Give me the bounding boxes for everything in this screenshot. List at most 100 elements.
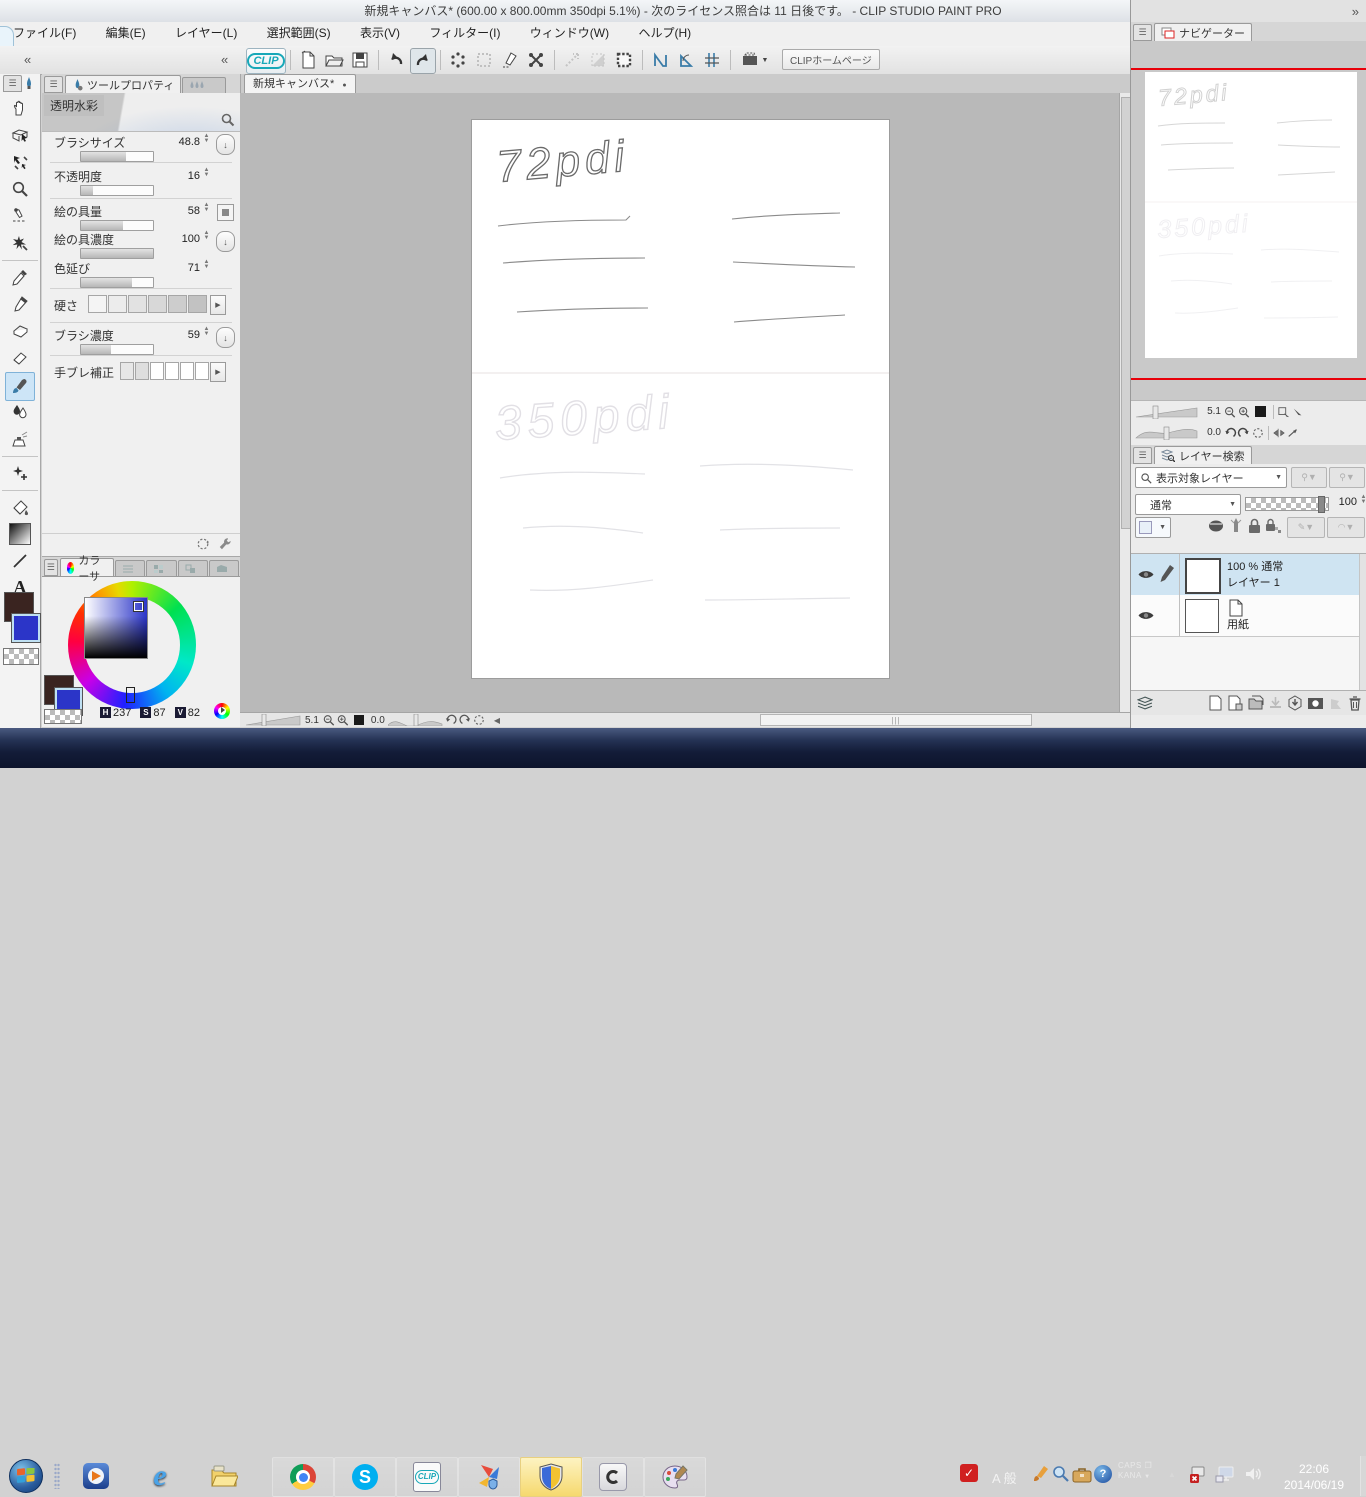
palette-color-dropdown[interactable]: ▼ (1135, 517, 1171, 538)
lock-layer-icon[interactable] (1247, 517, 1262, 534)
airbrush-tool[interactable] (7, 426, 33, 451)
start-button[interactable] (6, 1457, 46, 1495)
taskbar-paint-wing-app[interactable] (458, 1457, 520, 1497)
slider-track[interactable] (80, 185, 154, 196)
slider-value[interactable]: 71 (160, 262, 200, 274)
slider-value[interactable]: 48.8 (160, 136, 200, 148)
pen-pressure-button[interactable]: ↓ (216, 327, 235, 348)
erase-selection-button[interactable] (498, 48, 522, 72)
transparent-color-swatch[interactable] (44, 709, 82, 724)
slider-track[interactable] (80, 344, 154, 355)
new-document-button[interactable] (296, 48, 320, 72)
rotation-slider[interactable] (387, 714, 444, 726)
visibility-eye-icon[interactable] (1137, 609, 1155, 622)
menu-filter[interactable]: フィルター(I) (416, 22, 513, 45)
transform-button[interactable] (524, 48, 548, 72)
nav-flip-horizontal-icon[interactable] (1272, 427, 1286, 439)
delete-layer-button[interactable] (1345, 693, 1365, 713)
new-layer-button[interactable] (1205, 693, 1225, 713)
hardness-options[interactable] (88, 295, 208, 313)
spinner-icon[interactable]: ▲ ▼ (202, 230, 211, 241)
tab-brush-shape[interactable] (182, 77, 227, 93)
layer-mask-button[interactable] (1305, 693, 1325, 713)
stabilizer-options[interactable] (120, 362, 210, 380)
spinner-icon[interactable]: ▲ ▼ (202, 326, 211, 337)
reference-layer-icon[interactable] (1229, 517, 1243, 535)
spinner-icon[interactable]: ▲ ▼ (202, 202, 211, 213)
canvas-window-button[interactable]: ▼ (736, 48, 772, 72)
ime-toolbox-icon[interactable] (1072, 1466, 1092, 1483)
snap-ruler-button[interactable] (648, 48, 672, 72)
taskbar-internet-explorer[interactable]: e (142, 1459, 178, 1493)
eraser-tool[interactable] (7, 345, 33, 370)
slider-value[interactable]: 58 (160, 205, 200, 217)
sub-color-swatch[interactable] (11, 613, 41, 643)
save-button[interactable] (348, 48, 372, 72)
collapse-toolstrip-icon[interactable]: « (24, 46, 31, 73)
kneaded-eraser-tool[interactable] (7, 318, 33, 343)
sv-cursor[interactable] (133, 601, 144, 612)
ime-search-icon[interactable] (1052, 1465, 1070, 1483)
pan-tool[interactable] (7, 95, 33, 120)
taskbar-clip-app[interactable]: CLIP (396, 1457, 458, 1497)
collapse-property-icon[interactable]: « (221, 46, 228, 73)
hue-cursor[interactable] (126, 687, 135, 703)
slider-track[interactable] (80, 277, 154, 288)
slider-track[interactable] (80, 151, 154, 162)
nav-rotate-right-icon[interactable] (1237, 427, 1251, 439)
taskbar-skype[interactable]: S (334, 1457, 396, 1497)
nav-rotate-left-icon[interactable] (1223, 427, 1237, 439)
layer-name[interactable]: 用紙 (1227, 618, 1249, 632)
layer-filter-dropdown[interactable]: 表示対象レイヤー ▼ (1135, 467, 1287, 488)
layer-thumbnail[interactable] (1185, 599, 1219, 633)
eyedropper-tool[interactable] (7, 264, 33, 289)
slider-track[interactable] (80, 248, 154, 259)
tab-color-wheel[interactable]: カラーサ (59, 555, 114, 583)
subtool-name[interactable]: 透明水彩 (44, 95, 105, 116)
taskbar-paint-palette[interactable] (644, 1457, 706, 1497)
mask-disabled-button[interactable]: ✎▼ (1287, 517, 1325, 538)
tray-antivirus-icon[interactable]: ✓ (958, 1462, 980, 1484)
reset-settings-icon[interactable] (196, 537, 210, 551)
gradient-tool[interactable] (7, 521, 33, 546)
zoom-tool[interactable] (7, 176, 33, 201)
layer-opacity-slider[interactable] (1245, 496, 1329, 513)
slider-value[interactable]: 16 (160, 170, 200, 182)
nav-flip-reset-icon[interactable] (1286, 427, 1300, 439)
stencil-disabled-button[interactable] (1325, 693, 1345, 713)
marquee-tool[interactable] (7, 203, 33, 228)
merge-down-disabled-button[interactable] (1265, 693, 1285, 713)
nav-flip-canvas-icon[interactable] (1277, 406, 1291, 418)
selection-launcher-button[interactable] (446, 48, 470, 72)
display-tray-icon[interactable] (1214, 1464, 1236, 1484)
taskbar-media-player[interactable] (78, 1459, 114, 1493)
menu-edit[interactable]: 編集(E) (93, 22, 159, 45)
new-folder-button[interactable] (1245, 693, 1265, 713)
open-file-button[interactable] (322, 48, 346, 72)
snap-special-ruler-button[interactable] (674, 48, 698, 72)
ime-caps-kana[interactable]: CAPS ❐ KANA ▼ (1118, 1461, 1152, 1482)
search-option-button-2[interactable]: ⚲▼ (1329, 467, 1365, 488)
blend-tool[interactable] (7, 399, 33, 424)
pen-tool[interactable] (7, 291, 33, 316)
slider-value[interactable]: 100 (160, 233, 200, 245)
spinner-icon[interactable]: ▲ ▼ (1359, 494, 1366, 505)
tab-navigator[interactable]: ナビゲーター (1154, 23, 1252, 41)
layer-search-menu-icon[interactable]: ☰ (1133, 447, 1152, 464)
horizontal-scroll-thumb[interactable]: ||| (759, 714, 1032, 726)
tab-intermediate-color[interactable] (177, 560, 208, 576)
taskbar-clock[interactable]: 22:06 2014/06/19 (1272, 1461, 1356, 1493)
stock-selection-button[interactable] (612, 48, 636, 72)
document-tab[interactable]: 新規キャンバス* ● (244, 74, 356, 93)
layer-row-2[interactable]: 用紙 (1131, 595, 1359, 637)
wrench-icon[interactable] (218, 536, 232, 551)
navigator-menu-icon[interactable]: ☰ (1133, 24, 1152, 41)
move-tool[interactable] (7, 149, 33, 174)
pen-pressure-button[interactable]: ↓ (216, 134, 235, 155)
slider-track[interactable] (80, 220, 154, 231)
nav-reset-rotation-icon[interactable] (1251, 427, 1265, 439)
color-mode-button[interactable] (214, 703, 230, 719)
fill-tool[interactable] (7, 494, 33, 519)
nav-zoom-slider[interactable] (1135, 405, 1199, 419)
layer-name[interactable]: レイヤー 1 (1227, 576, 1280, 590)
